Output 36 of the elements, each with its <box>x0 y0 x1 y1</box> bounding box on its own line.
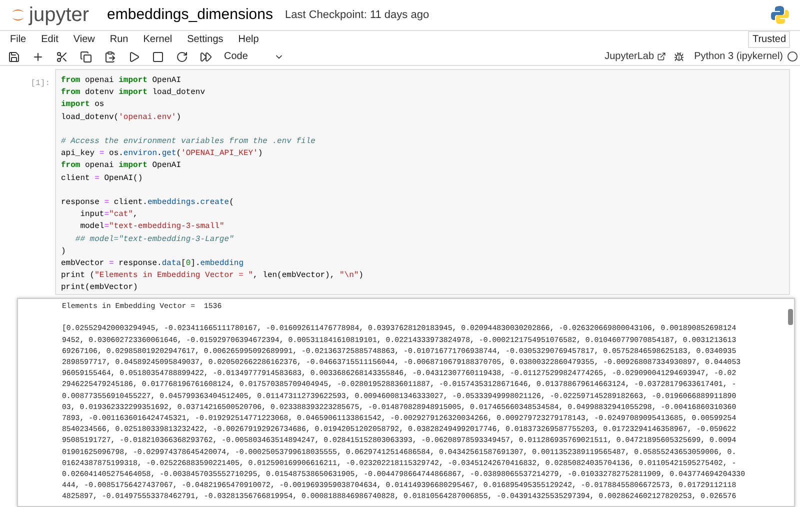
menu-item[interactable]: Settings <box>187 32 224 47</box>
code-line: import os <box>61 99 104 112</box>
code-line: embVector = response.data[0].embedding <box>61 258 244 270</box>
code-line: ## model="text-embedding-3-Large" <box>74 234 234 246</box>
code-line: api_key = os.environ.get('OPENAI_API_KEY') <box>61 148 263 160</box>
jupyter-logo: jupyter <box>10 5 90 25</box>
code-line: # Access the environment variables from the .env file <box>61 136 316 148</box>
cell-type-dropdown[interactable]: Code <box>224 49 284 64</box>
code-line: input="cat", <box>79 209 138 222</box>
code-line: print(embVector) <box>61 282 138 294</box>
python-logo-icon <box>770 5 790 25</box>
kernel-status-icon <box>787 51 798 62</box>
menu-item[interactable]: Edit <box>41 32 58 47</box>
menu-item[interactable]: Help <box>238 32 259 47</box>
menu-item[interactable]: View <box>73 32 95 47</box>
kernel-name[interactable]: Python 3 (ipykernel) <box>694 49 783 64</box>
code-line: print ("Elements in Embedding Vector = ", len(embVector), "\n") <box>61 270 364 282</box>
code-line: response = client.embeddings.create( <box>61 197 234 209</box>
code-line: from openai import OpenAI <box>61 160 182 172</box>
menu-item[interactable]: Run <box>110 32 128 47</box>
cell-prompt: [1]: <box>30 78 51 90</box>
code-cell[interactable] <box>55 69 790 295</box>
jupyterlab-link[interactable]: JupyterLab <box>604 49 666 64</box>
code-line: from dotenv import load_dotenv <box>61 87 206 100</box>
code-line: client = OpenAI() <box>61 172 143 185</box>
trusted-indicator[interactable]: Trusted <box>748 31 790 48</box>
checkpoint-text: Last Checkpoint: 11 days ago <box>284 8 430 23</box>
menu-item[interactable]: File <box>10 32 26 47</box>
bug-icon[interactable] <box>674 52 684 62</box>
external-link-icon <box>657 52 666 61</box>
code-line: model="text-embedding-3-small" <box>79 221 224 234</box>
code-line: load_dotenv('openai.env') <box>61 112 182 124</box>
notebook-title[interactable]: embeddings_dimensions <box>107 4 273 26</box>
menu-item[interactable]: Kernel <box>143 32 172 47</box>
code-line: ) <box>61 246 66 258</box>
code-line: from openai import OpenAI <box>61 75 182 87</box>
